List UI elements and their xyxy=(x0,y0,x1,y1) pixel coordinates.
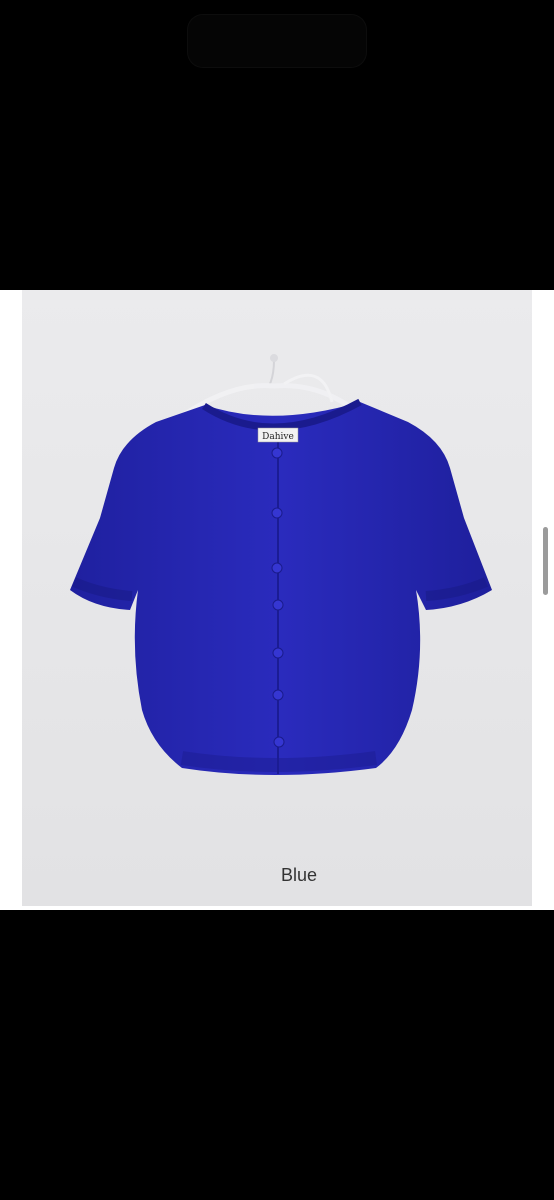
cardigan-illustration: Dahive xyxy=(22,290,532,906)
product-image-sheet: Dahive Blue xyxy=(0,290,554,910)
scrollbar[interactable] xyxy=(543,527,548,595)
product-photo[interactable]: Dahive Blue xyxy=(22,290,532,906)
color-caption: Blue xyxy=(280,865,318,885)
dynamic-island xyxy=(187,14,367,68)
brand-tag-label: Dahive xyxy=(262,432,294,442)
